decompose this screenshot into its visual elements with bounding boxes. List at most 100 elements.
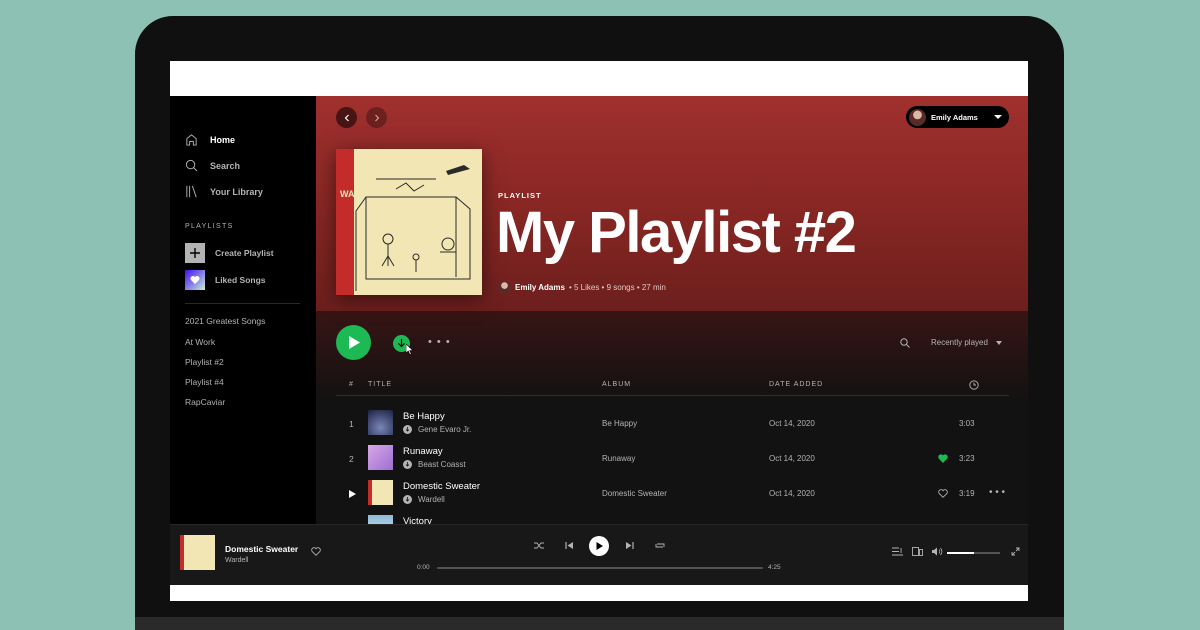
sort-dropdown[interactable]: Recently played (931, 338, 1002, 347)
caret-down-icon (994, 115, 1002, 119)
search-icon[interactable] (900, 338, 910, 348)
liked-songs-button[interactable]: Liked Songs (185, 270, 266, 290)
play-button[interactable] (336, 325, 371, 360)
heart-icon (185, 270, 205, 290)
column-header-date-added[interactable]: DATE ADDED (769, 381, 823, 388)
table-row[interactable]: 1 Be Happy Gene Evaro Jr. Be Happy Oct 1… (316, 407, 1028, 441)
downloaded-icon (403, 460, 412, 469)
sidebar-item-label: Your Library (210, 186, 263, 197)
track-title[interactable]: Victory (403, 516, 432, 524)
now-playing-artist[interactable]: Wardell (225, 557, 248, 564)
table-row[interactable]: 2 Runaway Beast Coasst Runaway Oct 14, 2… (316, 442, 1028, 476)
play-icon[interactable] (349, 490, 356, 498)
track-number: 2 (349, 454, 354, 464)
create-playlist-button[interactable]: Create Playlist (185, 243, 274, 263)
mouse-cursor-icon (406, 344, 414, 355)
clock-icon (969, 380, 979, 390)
volume-level (947, 552, 974, 554)
sidebar-item-library[interactable]: Your Library (185, 185, 263, 198)
track-title[interactable]: Runaway (403, 446, 443, 457)
download-icon (398, 339, 405, 348)
avatar (909, 108, 926, 126)
sidebar-playlist[interactable]: At Work (185, 337, 215, 347)
track-title[interactable]: Domestic Sweater (403, 481, 480, 492)
sidebar-item-home[interactable]: Home (185, 133, 235, 146)
liked-songs-label: Liked Songs (215, 275, 266, 285)
track-artist-name[interactable]: Gene Evaro Jr. (418, 425, 471, 434)
play-pause-button[interactable] (589, 536, 609, 556)
search-icon (185, 159, 198, 172)
track-artist: Gene Evaro Jr. (403, 425, 471, 434)
track-thumbnail (368, 410, 393, 435)
track-duration: 3:03 (959, 419, 975, 428)
track-duration: 3:23 (959, 454, 975, 463)
track-album[interactable]: Domestic Sweater (602, 489, 667, 498)
sort-label: Recently played (931, 338, 988, 347)
sidebar-playlist[interactable]: Playlist #4 (185, 377, 224, 387)
downloaded-icon (403, 425, 412, 434)
table-header-divider (336, 395, 1009, 396)
sidebar-item-search[interactable]: Search (185, 159, 240, 172)
devices-icon[interactable] (912, 547, 923, 556)
total-time: 4:25 (768, 564, 781, 571)
previous-icon[interactable] (565, 541, 574, 550)
track-date-added: Oct 14, 2020 (769, 454, 815, 463)
sidebar-divider (185, 303, 300, 304)
elapsed-time: 0:00 (417, 564, 430, 571)
more-options-button[interactable]: • • • (428, 336, 451, 348)
library-icon (186, 185, 197, 198)
play-icon (348, 336, 360, 349)
sidebar: Home Search Your Library PLAYLISTS Creat… (170, 96, 316, 524)
playlist-cover: WARDELL (336, 149, 482, 295)
volume-slider[interactable] (947, 552, 1000, 554)
track-artist: Wardell (403, 495, 445, 504)
back-button[interactable] (336, 107, 357, 128)
heart-outline-icon[interactable] (938, 489, 948, 498)
sidebar-playlist[interactable]: RapCaviar (185, 397, 225, 407)
sidebar-item-label: Home (210, 134, 236, 145)
header-fade (316, 311, 1028, 401)
track-title[interactable]: Be Happy (403, 411, 445, 422)
queue-icon[interactable] (892, 547, 903, 556)
fullscreen-icon[interactable] (1011, 547, 1020, 556)
next-icon[interactable] (625, 541, 634, 550)
column-header-album[interactable]: ALBUM (602, 381, 631, 388)
track-album[interactable]: Runaway (602, 454, 635, 463)
row-more-button[interactable]: • • • (989, 487, 1005, 498)
repeat-icon[interactable] (655, 541, 665, 550)
heart-outline-icon[interactable] (311, 547, 321, 556)
track-artist-name[interactable]: Wardell (418, 495, 445, 504)
track-thumbnail (368, 515, 393, 524)
track-date-added: Oct 14, 2020 (769, 489, 815, 498)
table-row[interactable]: Domestic Sweater Wardell Domestic Sweate… (316, 477, 1028, 511)
owner-avatar (498, 281, 511, 294)
spotify-app: Home Search Your Library PLAYLISTS Creat… (170, 96, 1028, 585)
laptop-screen: Home Search Your Library PLAYLISTS Creat… (170, 61, 1028, 601)
main-view: Emily Adams WARDELL PLAYLIST My Playlist… (316, 96, 1028, 524)
liked-heart-icon[interactable] (938, 454, 948, 463)
track-album[interactable]: Be Happy (602, 419, 637, 428)
forward-button[interactable] (366, 107, 387, 128)
column-header-number: # (349, 381, 354, 388)
laptop-base (135, 617, 1064, 630)
track-artist-name[interactable]: Beast Coasst (418, 460, 466, 469)
play-icon (596, 542, 603, 550)
progress-bar[interactable] (437, 567, 763, 569)
track-thumbnail (368, 480, 393, 505)
sidebar-playlist[interactable]: 2021 Greatest Songs (185, 316, 265, 326)
chevron-left-icon (344, 114, 349, 121)
user-menu-button[interactable]: Emily Adams (906, 106, 1009, 128)
volume-icon[interactable] (932, 547, 943, 556)
column-header-title[interactable]: TITLE (368, 381, 392, 388)
playlist-title: My Playlist #2 (496, 200, 857, 265)
shuffle-icon[interactable] (534, 541, 544, 550)
home-icon (186, 134, 197, 146)
table-row[interactable]: Victory (316, 512, 1028, 524)
now-playing-title[interactable]: Domestic Sweater (225, 544, 298, 554)
sidebar-item-label: Search (210, 160, 241, 171)
now-playing-cover (180, 535, 215, 570)
sidebar-playlist[interactable]: Playlist #2 (185, 357, 224, 367)
cover-illustration (355, 165, 471, 291)
downloaded-icon (403, 495, 412, 504)
playlist-owner[interactable]: Emily Adams (515, 283, 565, 292)
